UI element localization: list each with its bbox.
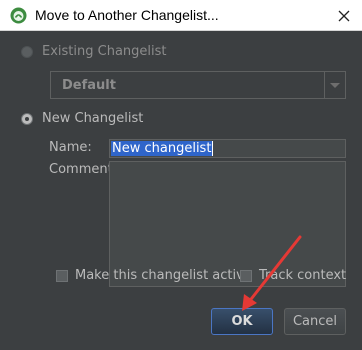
- track-context-label: Track context: [259, 268, 347, 283]
- comment-label: Comment:: [49, 162, 118, 177]
- dialog-content: Existing Changelist Default New Changeli…: [0, 31, 362, 350]
- close-icon[interactable]: [334, 6, 354, 26]
- name-label: Name:: [49, 140, 92, 155]
- new-changelist-label: New Changelist: [42, 111, 144, 126]
- ok-button[interactable]: OK: [211, 308, 273, 335]
- new-changelist-radio[interactable]: [21, 113, 33, 125]
- make-active-checkbox[interactable]: [56, 270, 68, 282]
- existing-changelist-combo[interactable]: Default: [50, 71, 346, 99]
- window-title: Move to Another Changelist...: [35, 7, 219, 23]
- text-caret: [212, 141, 213, 156]
- name-input[interactable]: New changelist: [109, 139, 346, 158]
- title-bar[interactable]: Move to Another Changelist...: [0, 0, 362, 31]
- make-active-label: Make this changelist active: [75, 268, 252, 283]
- android-studio-icon: [10, 7, 27, 24]
- cancel-button[interactable]: Cancel: [284, 308, 346, 335]
- chevron-down-icon[interactable]: [330, 83, 340, 88]
- existing-changelist-label: Existing Changelist: [42, 44, 167, 59]
- name-input-value: New changelist: [111, 141, 213, 156]
- dialog-window: Move to Another Changelist... Existing C…: [0, 0, 362, 350]
- track-context-checkbox[interactable]: [240, 270, 252, 282]
- existing-changelist-radio[interactable]: [21, 46, 33, 58]
- combo-separator: [324, 72, 325, 98]
- combo-selected-value: Default: [62, 78, 116, 93]
